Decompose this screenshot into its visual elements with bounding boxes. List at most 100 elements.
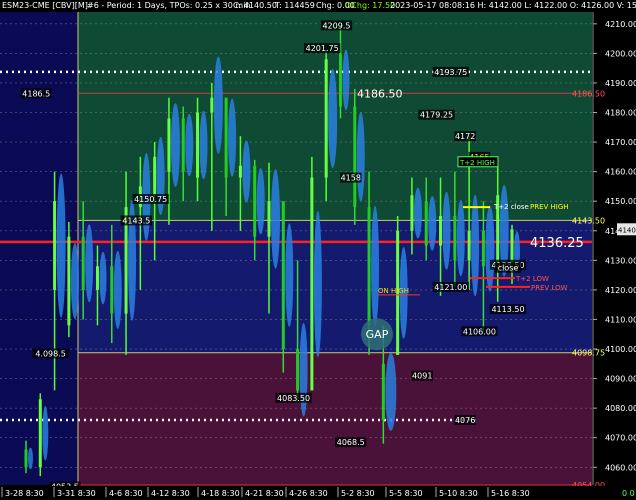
level-label-18: 4076 bbox=[455, 416, 475, 425]
prev-high-label: PREV HIGH bbox=[530, 203, 569, 211]
profile-2 bbox=[56, 173, 66, 318]
level-label-0: 4209.5 bbox=[322, 21, 350, 30]
profile-17 bbox=[271, 169, 280, 269]
profile-15 bbox=[242, 140, 251, 203]
market-profile-chart[interactable]: 4209.5 4201.75 4193.75 4186.5 4179.25 4172 416… bbox=[0, 0, 636, 500]
body-27 bbox=[410, 195, 414, 231]
level-right-label-1: 4143.50 bbox=[572, 216, 605, 225]
price-tick-label-2: 4080.00 bbox=[605, 404, 636, 413]
body-20 bbox=[310, 177, 314, 391]
header-ohlc: 2023-05-17 08:08:16 H: 4142.00 L: 4122.0… bbox=[390, 1, 636, 10]
price-tick-label-3: 4090.00 bbox=[605, 375, 636, 384]
on-high-label: ON HIGH bbox=[378, 287, 409, 295]
level-label-7: 4158 bbox=[341, 174, 361, 183]
t2-close-label: T+2 close bbox=[493, 203, 529, 211]
profile-30 bbox=[456, 200, 465, 277]
level-right-label-3: 4098.75 bbox=[572, 349, 605, 358]
header-symbol: ESM23-CME [CBV][M] bbox=[2, 1, 88, 10]
level-label-15: 4.098.5 bbox=[35, 349, 66, 358]
profile-24 bbox=[371, 205, 380, 327]
t2-low-label: T+2 LOW bbox=[515, 275, 549, 283]
body-32 bbox=[481, 230, 485, 267]
body-0 bbox=[24, 449, 28, 468]
level-right-label-0: 4186.50 bbox=[572, 89, 605, 98]
profile-22 bbox=[342, 49, 350, 111]
body-29 bbox=[439, 215, 443, 246]
body-17 bbox=[267, 201, 271, 237]
profile-12 bbox=[199, 110, 208, 180]
price-tick-label-13: 4190.00 bbox=[605, 79, 636, 88]
time-tick-label-4: 4-18 8:30 bbox=[201, 489, 240, 498]
level-label-9: 4143.5 bbox=[122, 216, 150, 225]
time-tick-label-1: 3-31 8:30 bbox=[57, 489, 96, 498]
profile-23 bbox=[356, 111, 365, 202]
time-tick-label-10: 5-16 8:30 bbox=[491, 489, 530, 498]
body-3 bbox=[67, 236, 71, 326]
price-tick-label-15: 4210.00 bbox=[605, 20, 636, 29]
level-label-8: 4150.75 bbox=[134, 195, 167, 204]
profile-18 bbox=[285, 223, 294, 327]
price-tick-label-10: 4160.00 bbox=[605, 168, 636, 177]
price-tick-label-12: 4180.00 bbox=[605, 109, 636, 118]
time-tick-label-5: 4-21 8:30 bbox=[245, 489, 284, 498]
time-tick-label-9: 5-10 8:30 bbox=[439, 489, 478, 498]
body-25 bbox=[381, 363, 385, 420]
price-tick-label-1: 4070.00 bbox=[605, 434, 636, 443]
body-21 bbox=[324, 59, 328, 178]
profile-14 bbox=[228, 98, 237, 177]
level-label-14: 4106.00 bbox=[463, 327, 496, 336]
price-tick-label-4: 4100.00 bbox=[605, 345, 636, 354]
body-5 bbox=[95, 266, 99, 290]
body-19 bbox=[296, 349, 300, 391]
level-label-3: 4186.5 bbox=[22, 89, 50, 98]
time-tick-label-0: 3-28 8:30 bbox=[5, 489, 44, 498]
profile-0 bbox=[28, 447, 33, 470]
t2-high-label: T+2 HIGH bbox=[459, 159, 495, 167]
body-12 bbox=[196, 112, 200, 178]
level-label-2: 4193.75 bbox=[434, 68, 467, 77]
header-close: C: 4140.50 bbox=[233, 1, 277, 10]
price-tick-label-0: 4060.00 bbox=[605, 463, 636, 472]
time-tick-label-6: 4-26 8:30 bbox=[289, 489, 328, 498]
body-30 bbox=[453, 215, 457, 261]
body-13 bbox=[210, 97, 214, 113]
body-23 bbox=[353, 106, 357, 208]
price-tick-label-14: 4200.00 bbox=[605, 49, 636, 58]
header-study: #6 - Period: 1 Days, TPOs: 0.25 x 30 min bbox=[87, 1, 251, 10]
profile-6 bbox=[113, 250, 122, 329]
profile-3 bbox=[70, 242, 79, 320]
profile-25 bbox=[385, 352, 397, 431]
body-1 bbox=[38, 399, 42, 468]
profile-1 bbox=[42, 405, 49, 461]
profile-21 bbox=[328, 68, 338, 169]
big-level-label: 4186.50 bbox=[357, 87, 403, 100]
time-tick-label-3: 4-12 8:30 bbox=[151, 489, 190, 498]
price-tick-label-9: 4150.00 bbox=[605, 197, 636, 206]
level-label-5: 4172 bbox=[455, 132, 475, 141]
level-label-1: 4201.75 bbox=[306, 44, 339, 53]
price-tick-label-11: 4170.00 bbox=[605, 138, 636, 147]
profile-27 bbox=[413, 187, 422, 239]
profile-11 bbox=[185, 113, 194, 177]
profile-16 bbox=[256, 168, 265, 235]
body-2 bbox=[53, 201, 57, 290]
level-label-4: 4179.25 bbox=[420, 111, 453, 120]
body-11 bbox=[181, 118, 185, 172]
level-label-11: close bbox=[498, 264, 519, 273]
level-label-17: 4083.50 bbox=[277, 394, 310, 403]
level-label-13: 4113.50 bbox=[491, 305, 524, 314]
price-tag: 4140.50 bbox=[618, 226, 636, 234]
time-axis: 3-28 8:30 3-31 8:30 4-6 8:30 4-12 8:30 4-18 … bbox=[0, 486, 636, 500]
level-label-19: 4068.5 bbox=[337, 438, 365, 447]
bottom-right-indicator: 0 0 bbox=[622, 489, 635, 498]
level-label-16: 4091 bbox=[412, 372, 432, 381]
body-18 bbox=[281, 201, 285, 350]
body-28 bbox=[424, 201, 428, 246]
price-tick-label-6: 4120.00 bbox=[605, 286, 636, 295]
time-tick-label-7: 5-2 8:30 bbox=[341, 489, 375, 498]
body-22 bbox=[338, 53, 342, 107]
profile-28 bbox=[428, 196, 437, 251]
header-ochg: OChg: 17.50 bbox=[345, 1, 395, 10]
level-label-12: 4121.00 bbox=[434, 283, 467, 292]
body-6 bbox=[110, 266, 114, 314]
